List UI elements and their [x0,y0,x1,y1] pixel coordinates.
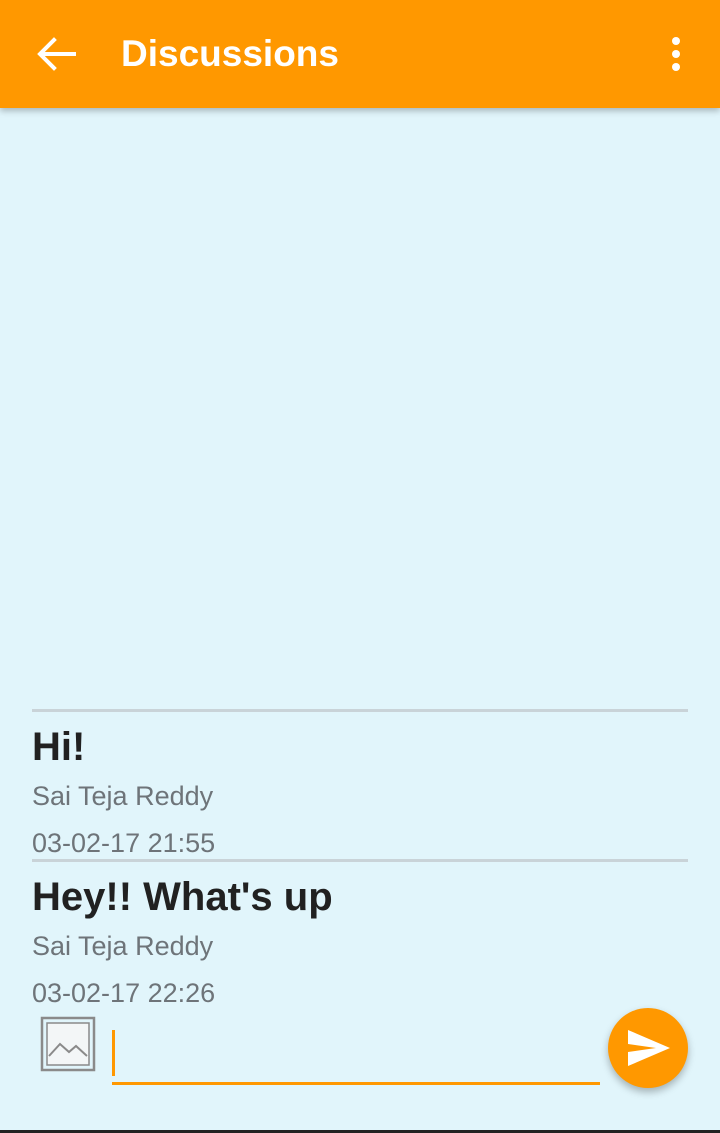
message-timestamp: 03-02-17 21:55 [32,828,216,858]
message-text: Hey!! What's up [32,875,333,919]
more-vert-icon[interactable] [664,34,688,74]
arrow-back-icon[interactable] [34,34,78,74]
message-text: Hi! [32,725,86,769]
message-input[interactable] [112,1024,600,1082]
message-list: Hi! Sai Teja Reddy 03-02-17 21:55 Hey!! … [32,709,688,1009]
send-button[interactable] [608,1008,688,1088]
list-item[interactable]: Hey!! What's up Sai Teja Reddy 03-02-17 … [32,859,688,1009]
image-icon[interactable] [40,1016,96,1072]
message-author: Sai Teja Reddy [32,931,214,961]
message-timestamp: 03-02-17 22:26 [32,978,216,1008]
send-icon [628,1030,670,1066]
page-title: Discussions [121,33,339,74]
app-bar: Discussions [0,0,720,108]
text-cursor [112,1030,115,1076]
list-item[interactable]: Hi! Sai Teja Reddy 03-02-17 21:55 [32,709,688,859]
message-input-wrapper [112,1024,600,1085]
message-author: Sai Teja Reddy [32,781,214,811]
